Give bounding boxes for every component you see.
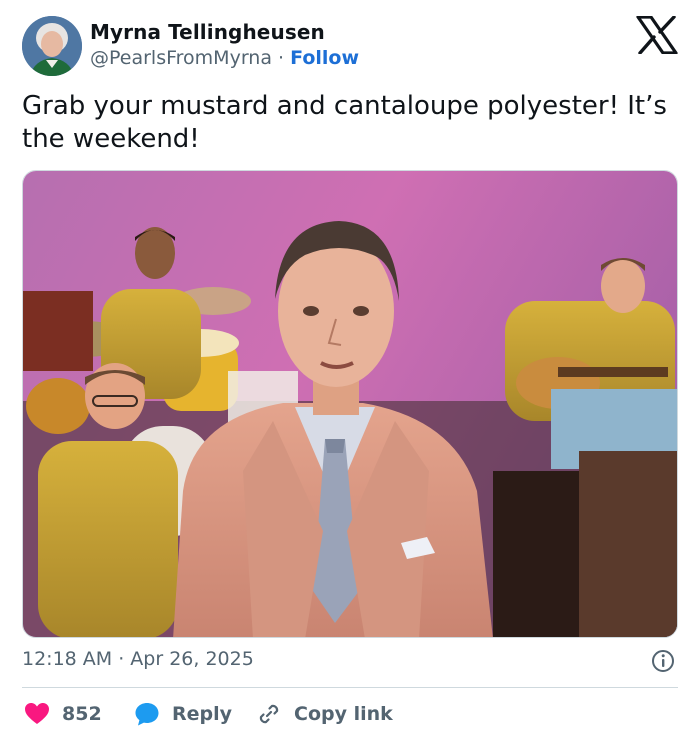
divider bbox=[22, 687, 678, 688]
link-icon bbox=[259, 704, 279, 724]
separator: · bbox=[278, 47, 285, 69]
tweet-card: Myrna Tellingheusen @PearlsFromMyrna · F… bbox=[0, 0, 700, 741]
heart-icon bbox=[25, 703, 49, 724]
reply-label: Reply bbox=[172, 703, 233, 725]
tweet-text: Grab your mustard and cantaloupe polyest… bbox=[22, 91, 667, 154]
reply-bubble-icon bbox=[135, 703, 159, 726]
likes-count: 852 bbox=[62, 703, 102, 725]
tweet-image[interactable] bbox=[22, 170, 678, 638]
copy-link-button[interactable]: Copy link bbox=[256, 700, 393, 728]
copy-link-label: Copy link bbox=[294, 703, 393, 725]
like-button[interactable]: 852 bbox=[24, 700, 102, 728]
author-handle[interactable]: @PearlsFromMyrna bbox=[90, 47, 272, 69]
action-bar: 852 Reply Copy link bbox=[22, 700, 682, 728]
follow-button[interactable]: Follow bbox=[290, 47, 359, 69]
info-icon[interactable] bbox=[651, 649, 675, 673]
x-logo-icon[interactable] bbox=[636, 15, 678, 55]
author-handle-row: @PearlsFromMyrna · Follow bbox=[90, 47, 359, 69]
tweet-timestamp[interactable]: 12:18 AM · Apr 26, 2025 bbox=[22, 648, 254, 670]
reply-button[interactable]: Reply bbox=[134, 700, 232, 728]
avatar[interactable] bbox=[22, 16, 82, 76]
author-name[interactable]: Myrna Tellingheusen bbox=[90, 20, 325, 44]
